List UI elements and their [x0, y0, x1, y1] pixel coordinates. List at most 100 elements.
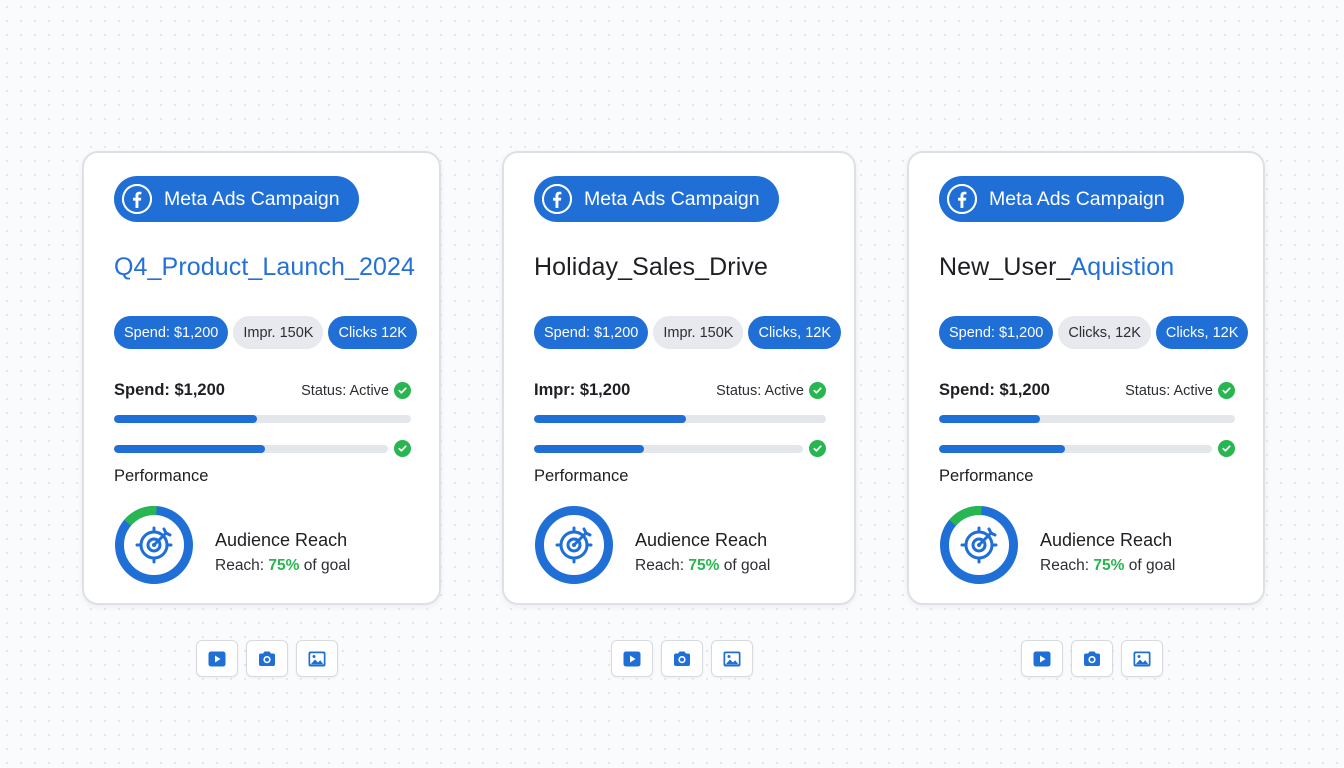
image-button[interactable]: [711, 640, 753, 677]
progress-bar-2-fill: [114, 445, 265, 453]
camera-icon: [674, 651, 690, 666]
reach-prefix: Reach:: [635, 557, 689, 574]
check-circle-icon: [809, 440, 826, 457]
audience-reach-ring: [939, 505, 1019, 585]
reach-percent: 75%: [268, 557, 300, 574]
progress-bar-1: [114, 415, 411, 423]
audience-reach-title: Audience Reach: [215, 530, 348, 550]
camera-icon: [1084, 651, 1100, 666]
metric-chips: Spend: $1,200 Impr. 150K Clicks 12K: [114, 316, 417, 349]
reach-suffix: of goal: [299, 557, 351, 574]
meta-ads-campaign-badge[interactable]: Meta Ads Campaign: [114, 176, 359, 222]
progress-bar-2-fill: [534, 445, 645, 453]
metric-chips: Spend: $1,200 Clicks, 12K Clicks, 12K: [939, 316, 1249, 349]
reach-suffix: of goal: [719, 557, 771, 574]
campaign-card-q4-product-launch: Meta Ads Campaign Q4_Product_Launch_2024…: [82, 151, 441, 605]
reach-prefix: Reach:: [1040, 557, 1094, 574]
check-circle-icon: [394, 382, 411, 399]
facebook-icon: [122, 184, 152, 214]
image-button[interactable]: [296, 640, 338, 677]
chip-impressions[interactable]: Impr. 150K: [653, 316, 744, 349]
badge-label: Meta Ads Campaign: [164, 187, 340, 210]
campaign-title-highlight: Aquistion: [1070, 253, 1175, 281]
image-button[interactable]: [1121, 640, 1163, 677]
audience-reach-ring: [114, 505, 194, 585]
play-video-icon: [208, 651, 226, 666]
progress-bar-1: [939, 415, 1235, 423]
chip-spend[interactable]: Spend: $1,200: [939, 316, 1054, 349]
metric-label: Spend: $1,200: [939, 381, 1050, 399]
progress-bar-1-fill: [114, 415, 257, 423]
check-circle-icon: [1218, 440, 1235, 457]
campaign-title: Q4_Product_Launch_2024: [114, 253, 415, 282]
progress-bar-2: [939, 445, 1212, 453]
badge-label: Meta Ads Campaign: [584, 187, 760, 210]
target-icon: [555, 526, 593, 564]
target-icon: [135, 526, 173, 564]
camera-button[interactable]: [246, 640, 288, 677]
audience-reach-subtitle: Reach: 75% of goal: [635, 557, 770, 575]
campaign-title-main: Holiday_Sales_Drive: [534, 253, 768, 281]
status-text: Status: Active: [716, 382, 804, 399]
status-indicator: Status: Active: [301, 382, 411, 399]
meta-ads-campaign-badge[interactable]: Meta Ads Campaign: [939, 176, 1184, 222]
status-indicator: Status: Active: [716, 382, 826, 399]
image-icon: [723, 651, 741, 666]
chip-impressions[interactable]: Impr. 150K: [233, 316, 324, 349]
audience-reach-subtitle: Reach: 75% of goal: [215, 557, 350, 575]
performance-label: Performance: [114, 467, 209, 485]
campaign-card-holiday-sales-drive: Meta Ads Campaign Holiday_Sales_Drive Sp…: [502, 151, 856, 605]
target-icon: [960, 526, 998, 564]
badge-label: Meta Ads Campaign: [989, 187, 1165, 210]
progress-bar-1-fill: [939, 415, 1040, 423]
video-button[interactable]: [1021, 640, 1063, 677]
progress-bar-1: [534, 415, 826, 423]
facebook-icon: [947, 184, 977, 214]
campaign-title: Holiday_Sales_Drive: [534, 253, 768, 282]
camera-icon: [259, 651, 275, 666]
campaign-title-main: Q4_Product_Launch_2024: [114, 253, 416, 281]
chip-clicks-secondary[interactable]: Clicks, 12K: [1058, 316, 1151, 349]
reach-percent: 75%: [1093, 557, 1125, 574]
performance-label: Performance: [939, 467, 1034, 485]
metric-label: Spend: $1,200: [114, 381, 225, 399]
performance-label: Performance: [534, 467, 629, 485]
play-video-icon: [623, 651, 641, 666]
audience-reach-title: Audience Reach: [635, 530, 768, 550]
chip-clicks[interactable]: Clicks, 12K: [748, 316, 841, 349]
metric-label: Impr: $1,200: [534, 381, 631, 399]
media-toolbar-2: [611, 640, 753, 677]
audience-reach-title: Audience Reach: [1040, 530, 1173, 550]
chip-spend[interactable]: Spend: $1,200: [114, 316, 229, 349]
media-toolbar-1: [196, 640, 338, 677]
progress-bar-2-fill: [939, 445, 1065, 453]
video-button[interactable]: [611, 640, 653, 677]
metric-chips: Spend: $1,200 Impr. 150K Clicks, 12K: [534, 316, 841, 349]
status-text: Status: Active: [1125, 382, 1213, 399]
reach-percent: 75%: [688, 557, 720, 574]
camera-button[interactable]: [1071, 640, 1113, 677]
image-icon: [308, 651, 326, 666]
chip-clicks[interactable]: Clicks 12K: [328, 316, 417, 349]
meta-ads-campaign-badge[interactable]: Meta Ads Campaign: [534, 176, 779, 222]
status-indicator: Status: Active: [1125, 382, 1235, 399]
chip-spend[interactable]: Spend: $1,200: [534, 316, 649, 349]
video-button[interactable]: [196, 640, 238, 677]
status-text: Status: Active: [301, 382, 389, 399]
chip-clicks[interactable]: Clicks, 12K: [1155, 316, 1249, 349]
check-circle-icon: [394, 440, 411, 457]
progress-bar-2: [114, 445, 388, 453]
check-circle-icon: [1218, 382, 1235, 399]
camera-button[interactable]: [661, 640, 703, 677]
check-circle-icon: [809, 382, 826, 399]
campaign-card-new-user-aquistion: Meta Ads Campaign New_User_Aquistion Spe…: [907, 151, 1265, 605]
media-toolbar-3: [1021, 640, 1163, 677]
audience-reach-subtitle: Reach: 75% of goal: [1040, 557, 1175, 575]
reach-prefix: Reach:: [215, 557, 269, 574]
campaign-title-main: New_User_: [939, 253, 1071, 281]
progress-bar-1-fill: [534, 415, 686, 423]
play-video-icon: [1033, 651, 1051, 666]
progress-bar-2: [534, 445, 803, 453]
campaign-title: New_User_Aquistion: [939, 253, 1174, 282]
reach-suffix: of goal: [1124, 557, 1176, 574]
